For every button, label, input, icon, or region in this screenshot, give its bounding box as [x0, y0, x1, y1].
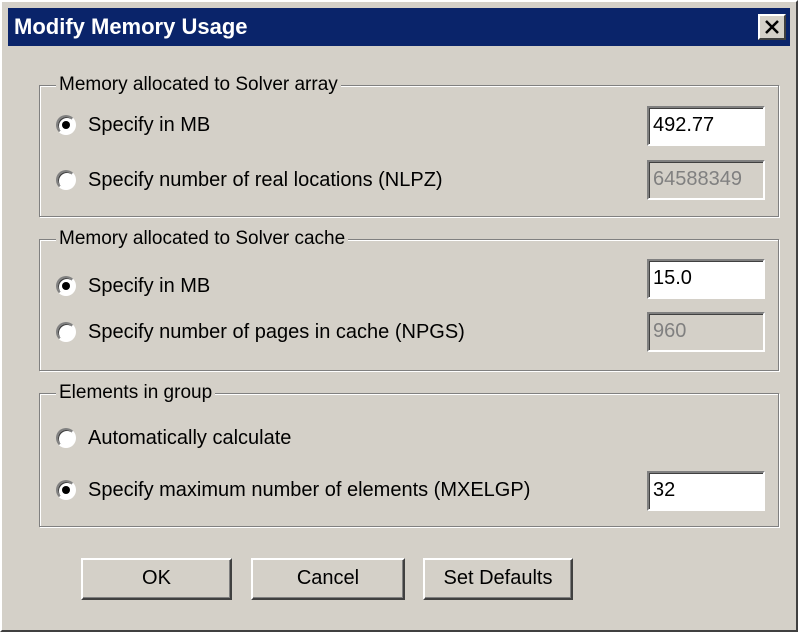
array-mb-input[interactable]: 492.77: [647, 106, 765, 146]
array-mb-radio[interactable]: [56, 115, 76, 135]
solver-cache-legend: Memory allocated to Solver cache: [56, 227, 349, 251]
title-bar[interactable]: Modify Memory Usage: [8, 8, 790, 46]
ok-button[interactable]: OK: [81, 558, 232, 600]
array-nlpz-input: 64588349: [647, 160, 765, 200]
cache-npgs-radio[interactable]: [56, 322, 76, 342]
window-title: Modify Memory Usage: [14, 14, 248, 39]
close-button[interactable]: [758, 14, 786, 40]
solver-cache-group: Memory allocated to Solver cache Specify…: [39, 227, 779, 371]
close-icon: [765, 20, 779, 34]
elements-auto-label[interactable]: Automatically calculate: [88, 426, 291, 450]
elements-auto-radio[interactable]: [56, 428, 76, 448]
cancel-button[interactable]: Cancel: [251, 558, 405, 600]
solver-array-group: Memory allocated to Solver array Specify…: [39, 73, 779, 217]
elements-legend: Elements in group: [56, 381, 216, 405]
cache-npgs-input: 960: [647, 312, 765, 352]
array-nlpz-label[interactable]: Specify number of real locations (NLPZ): [88, 168, 443, 192]
cache-mb-label[interactable]: Specify in MB: [88, 274, 210, 298]
elements-max-radio[interactable]: [56, 480, 76, 500]
modify-memory-usage-dialog: Modify Memory Usage Memory allocated to …: [0, 0, 798, 632]
array-mb-label[interactable]: Specify in MB: [88, 113, 210, 137]
elements-max-label[interactable]: Specify maximum number of elements (MXEL…: [88, 478, 530, 502]
cache-mb-radio[interactable]: [56, 276, 76, 296]
elements-group: Elements in group Automatically calculat…: [39, 381, 779, 527]
array-nlpz-radio[interactable]: [56, 170, 76, 190]
solver-array-legend: Memory allocated to Solver array: [56, 73, 341, 97]
cache-npgs-label[interactable]: Specify number of pages in cache (NPGS): [88, 320, 465, 344]
cache-mb-input[interactable]: 15.0: [647, 259, 765, 299]
elements-max-input[interactable]: 32: [647, 471, 765, 511]
set-defaults-button[interactable]: Set Defaults: [423, 558, 573, 600]
